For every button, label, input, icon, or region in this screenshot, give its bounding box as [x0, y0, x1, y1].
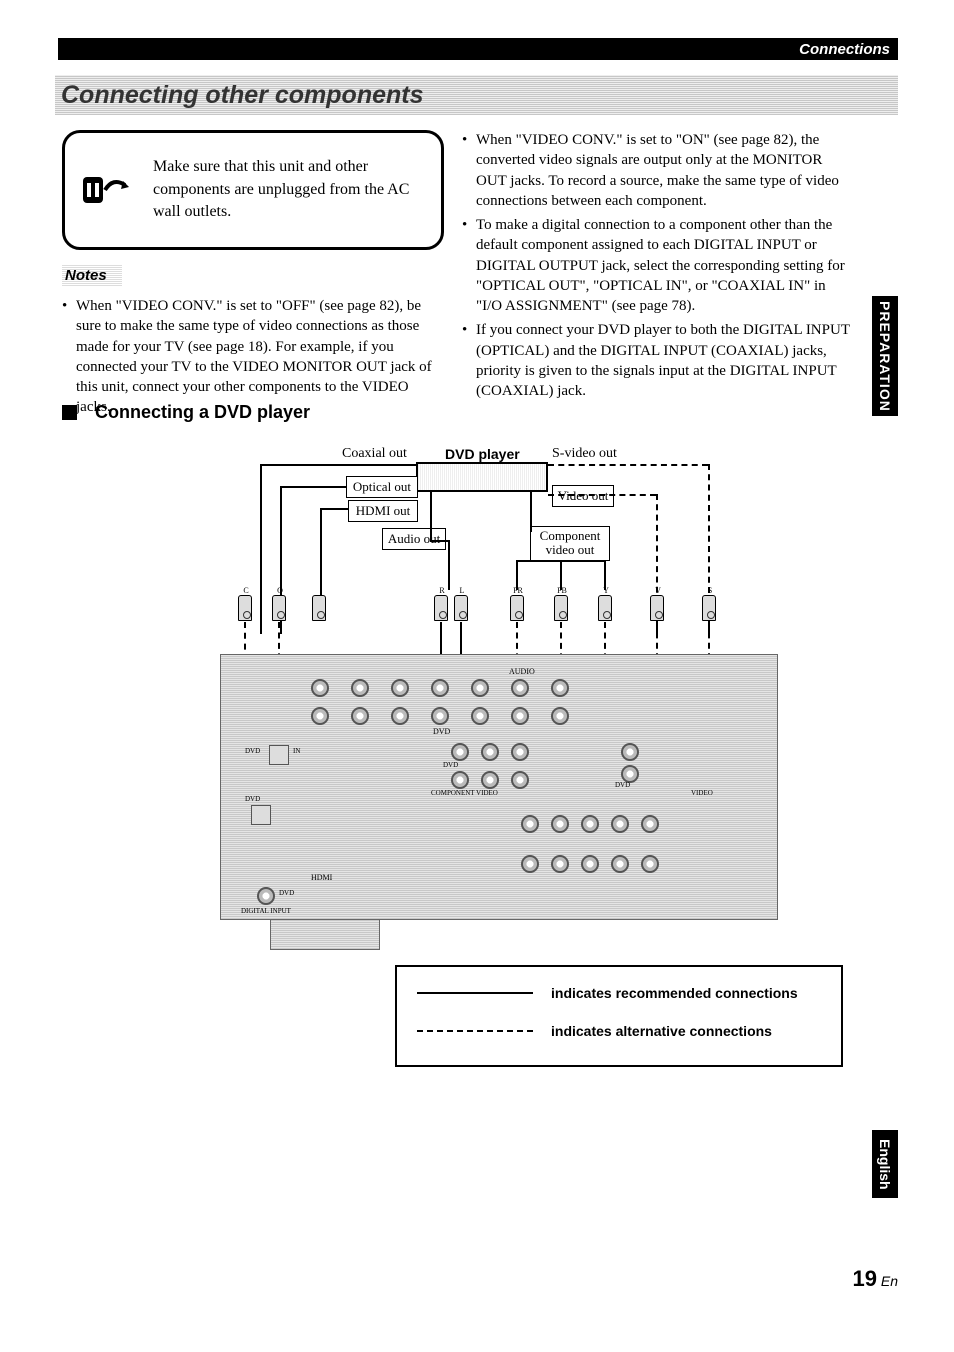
label-component-out: Component video out [530, 526, 610, 561]
notes-right-column: • When "VIDEO CONV." is set to "ON" (see… [462, 130, 854, 405]
coaxial-jack [251, 805, 271, 825]
legend-solid-text: indicates recommended connections [551, 985, 798, 1001]
connector-pr: PR [510, 595, 524, 621]
note-item: • When "VIDEO CONV." is set to "OFF" (se… [62, 296, 444, 418]
warning-text: Make sure that this unit and other compo… [153, 156, 425, 223]
optical-jack [269, 745, 289, 765]
unplug-icon [81, 167, 131, 213]
panel-component-label: COMPONENT VIDEO [431, 789, 498, 797]
side-tab-language: English [872, 1130, 898, 1198]
panel-digital-input-label: DIGITAL INPUT [241, 907, 291, 915]
note-text: To make a digital connection to a compon… [476, 215, 854, 316]
label-audio-out: Audio out [382, 528, 446, 550]
legend-dashed-text: indicates alternative connections [551, 1023, 772, 1039]
connector-l: L [454, 595, 468, 621]
label-video-out: Video out [552, 485, 614, 507]
note-item: • If you connect your DVD player to both… [462, 320, 854, 401]
side-tab-preparation: PREPARATION [872, 296, 898, 416]
header-bar: Connections [58, 38, 898, 60]
connector-y: Y [598, 595, 612, 621]
legend-row-solid: indicates recommended connections [417, 985, 821, 1001]
square-bullet-icon [62, 405, 77, 420]
connector-v: V [650, 595, 664, 621]
subsection-heading: Connecting a DVD player [62, 402, 310, 423]
note-text: If you connect your DVD player to both t… [476, 320, 854, 401]
connection-diagram: Coaxial out DVD player S-video out Optic… [220, 440, 780, 960]
connector-hdmi [312, 595, 326, 621]
page-title-bar: Connecting other components [55, 75, 898, 115]
panel-hdmi-label: HDMI [311, 873, 332, 882]
connector-s: S [702, 595, 716, 621]
label-hdmi-out: HDMI out [348, 500, 418, 522]
connector-r: R [434, 595, 448, 621]
connector-pb: PB [554, 595, 568, 621]
dashed-line-icon [417, 1030, 533, 1032]
panel-dvd-label: DVD [433, 727, 450, 736]
note-text: When "VIDEO CONV." is set to "ON" (see p… [476, 130, 854, 211]
panel-dvd-label-3: DVD [615, 781, 630, 789]
panel-audio-label: AUDIO [509, 667, 535, 676]
legend-box: indicates recommended connections indica… [395, 965, 843, 1067]
legend-row-dashed: indicates alternative connections [417, 1023, 821, 1039]
warning-box: Make sure that this unit and other compo… [62, 130, 444, 250]
label-optical-out: Optical out [346, 476, 418, 498]
label-coaxial-out: Coaxial out [342, 446, 407, 462]
label-svideo-out: S-video out [552, 446, 617, 462]
connector-o: O [272, 595, 286, 621]
note-text: When "VIDEO CONV." is set to "OFF" (see … [76, 296, 444, 418]
panel-video-label: VIDEO [691, 789, 713, 797]
subsection-title: Connecting a DVD player [95, 402, 310, 423]
note-item: • To make a digital connection to a comp… [462, 215, 854, 316]
label-dvd-player: DVD player [445, 446, 520, 462]
page-title: Connecting other components [61, 81, 424, 110]
page-number: 19 En [853, 1266, 899, 1292]
panel-extension [270, 920, 380, 950]
notes-heading: Notes [62, 265, 122, 286]
solid-line-icon [417, 992, 533, 994]
panel-dvd-label-2: DVD [443, 761, 458, 769]
connector-c: C [238, 595, 252, 621]
receiver-rear-panel: AUDIO DVD DVD DVD COMPONENT VIDEO VIDEO [220, 654, 778, 920]
header-section-label: Connections [799, 41, 890, 58]
dvd-player-box [416, 462, 548, 492]
note-item: • When "VIDEO CONV." is set to "ON" (see… [462, 130, 854, 211]
